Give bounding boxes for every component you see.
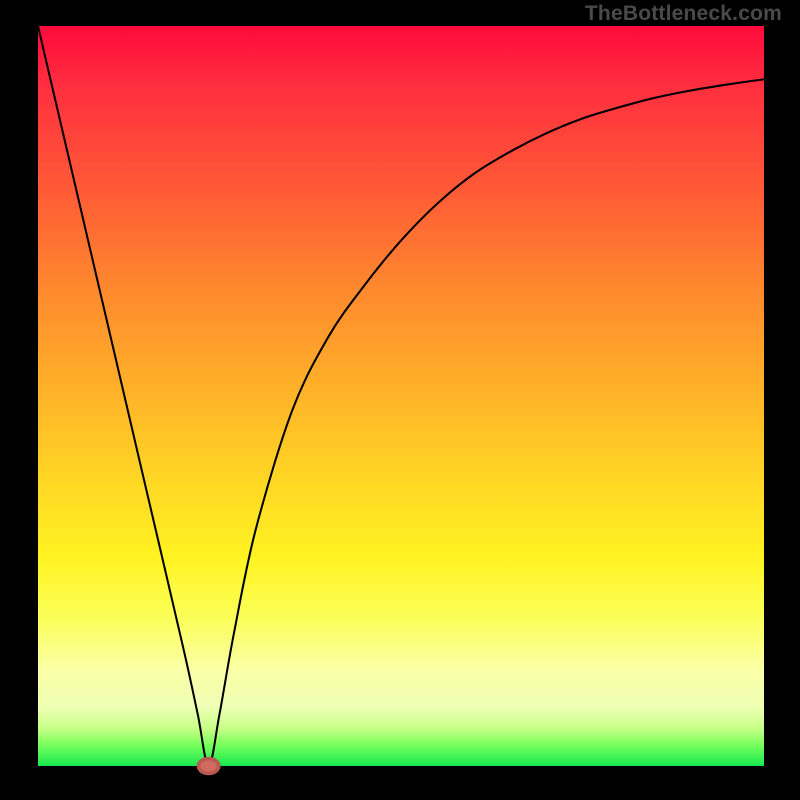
minimum-marker bbox=[198, 759, 218, 774]
plot-area bbox=[38, 26, 764, 766]
bottleneck-curve bbox=[38, 26, 764, 766]
watermark-label: TheBottleneck.com bbox=[585, 2, 782, 26]
curve-svg bbox=[38, 26, 764, 766]
chart-frame: TheBottleneck.com bbox=[0, 0, 800, 800]
